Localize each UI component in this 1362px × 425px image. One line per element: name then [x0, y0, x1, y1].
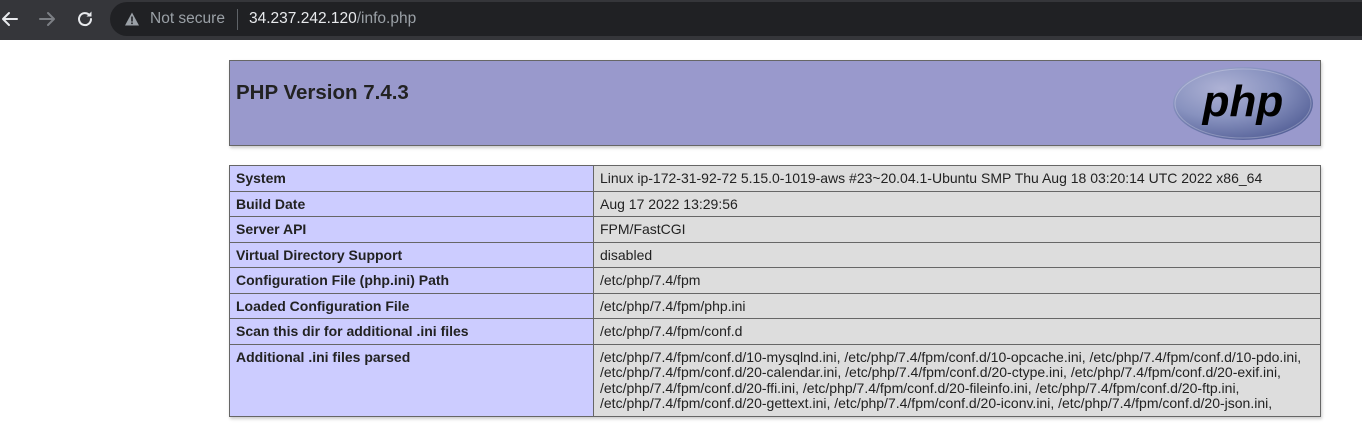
security-status-label[interactable]: Not secure [150, 10, 225, 28]
row-value: /etc/php/7.4/fpm/conf.d [593, 318, 1321, 345]
table-row: Scan this dir for additional .ini files /… [229, 318, 1321, 345]
table-row: Virtual Directory Support disabled [229, 241, 1321, 268]
table-row: Build Date Aug 17 2022 13:29:56 [229, 190, 1321, 217]
row-key: Server API [229, 216, 594, 243]
page-title: PHP Version 7.4.3 [236, 81, 409, 104]
row-value: Aug 17 2022 13:29:56 [593, 190, 1321, 217]
arrow-right-icon [39, 12, 55, 26]
row-value-line: /etc/php/7.4/fpm/conf.d/20-gettext.ini, … [600, 395, 1273, 411]
php-info-table: System Linux ip-172-31-92-72 5.15.0-1019-… [229, 165, 1321, 417]
row-key: Loaded Configuration File [229, 292, 594, 319]
row-key: Scan this dir for additional .ini files [229, 318, 594, 345]
table-row: Configuration File (php.ini) Path/etc/ph… [229, 267, 1321, 294]
row-value: /etc/php/7.4/fpm/php.ini [593, 292, 1321, 319]
table-row: System Linux ip-172-31-92-72 5.15.0-1019-… [229, 165, 1321, 192]
forward-button[interactable] [35, 7, 59, 31]
url-host: 34.237.242.120 [249, 10, 357, 27]
row-value: disabled [593, 241, 1321, 268]
back-button[interactable] [0, 7, 22, 31]
url-path: /info.php [356, 10, 417, 27]
warning-triangle-icon[interactable] [124, 11, 140, 27]
row-value: /etc/php/7.4/fpm/conf.d/10-mysqlnd.ini, … [593, 343, 1321, 417]
row-key: Build Date [229, 190, 594, 217]
row-key: Virtual Directory Support [229, 241, 594, 268]
row-value-line: /etc/php/7.4/fpm/conf.d/20-ffi.ini, /etc… [600, 379, 1240, 396]
row-value: /etc/php/7.4/fpm [593, 267, 1321, 294]
row-value-line: /etc/php/7.4/fpm/conf.d/10-mysqlnd.ini, … [600, 348, 1302, 365]
arrow-left-icon [2, 12, 18, 26]
table-row: Server API FPM/FastCGI [229, 216, 1321, 243]
reload-button[interactable] [73, 7, 97, 31]
browser-toolbar: Not secure 34.237.242.120/info.php [0, 0, 1362, 40]
row-value: FPM/FastCGI [593, 216, 1321, 243]
table-row: Additional .ini files parsed/etc/php/7.4… [229, 343, 1321, 417]
row-value-line: /etc/php/7.4/fpm/conf.d/20-calendar.ini,… [600, 364, 1281, 380]
php-logo[interactable]: php [1172, 66, 1314, 141]
address-divider [237, 9, 238, 30]
php-version-header: PHP Version 7.4.3 php [229, 60, 1321, 146]
row-key: System [229, 165, 594, 192]
reload-icon [78, 11, 93, 27]
row-key: Additional .ini files parsed [229, 343, 594, 417]
table-row: Loaded Configuration File/etc/php/7.4/fp… [229, 292, 1321, 319]
row-value: Linux ip-172-31-92-72 5.15.0-1019-aws #2… [593, 165, 1321, 192]
php-logo-text: php [1202, 77, 1284, 126]
row-key: Configuration File (php.ini) Path [229, 267, 594, 294]
url-text[interactable]: 34.237.242.120/info.php [249, 10, 416, 28]
